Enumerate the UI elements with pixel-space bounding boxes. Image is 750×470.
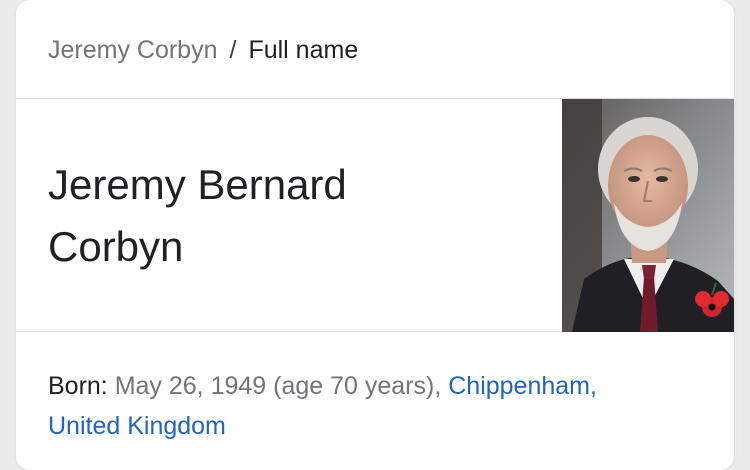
breadcrumb-parent-link[interactable]: Jeremy Corbyn — [48, 36, 218, 65]
answer-full-name: Jeremy Bernard Corbyn — [48, 154, 518, 278]
knowledge-card: Jeremy Corbyn / Full name Jeremy Bernard… — [16, 0, 734, 470]
section-divider — [16, 331, 562, 332]
full-name-line-2: Corbyn — [48, 223, 184, 270]
birthplace-link-country[interactable]: United Kingdom — [48, 412, 226, 440]
portrait-photo[interactable] — [562, 99, 734, 332]
portrait-illustration — [562, 99, 734, 332]
birthplace-link-city[interactable]: Chippenham, — [448, 372, 597, 400]
born-date: May 26, 1949 (age 70 years), — [114, 372, 449, 400]
full-name-line-1: Jeremy Bernard — [48, 161, 347, 208]
breadcrumb-current: Full name — [248, 35, 359, 64]
breadcrumb-separator: / — [229, 35, 237, 64]
breadcrumb: Jeremy Corbyn / Full name — [48, 30, 358, 70]
born-fact: Born: May 26, 1949 (age 70 years), Chipp… — [48, 366, 708, 446]
born-label: Born: — [48, 372, 115, 400]
